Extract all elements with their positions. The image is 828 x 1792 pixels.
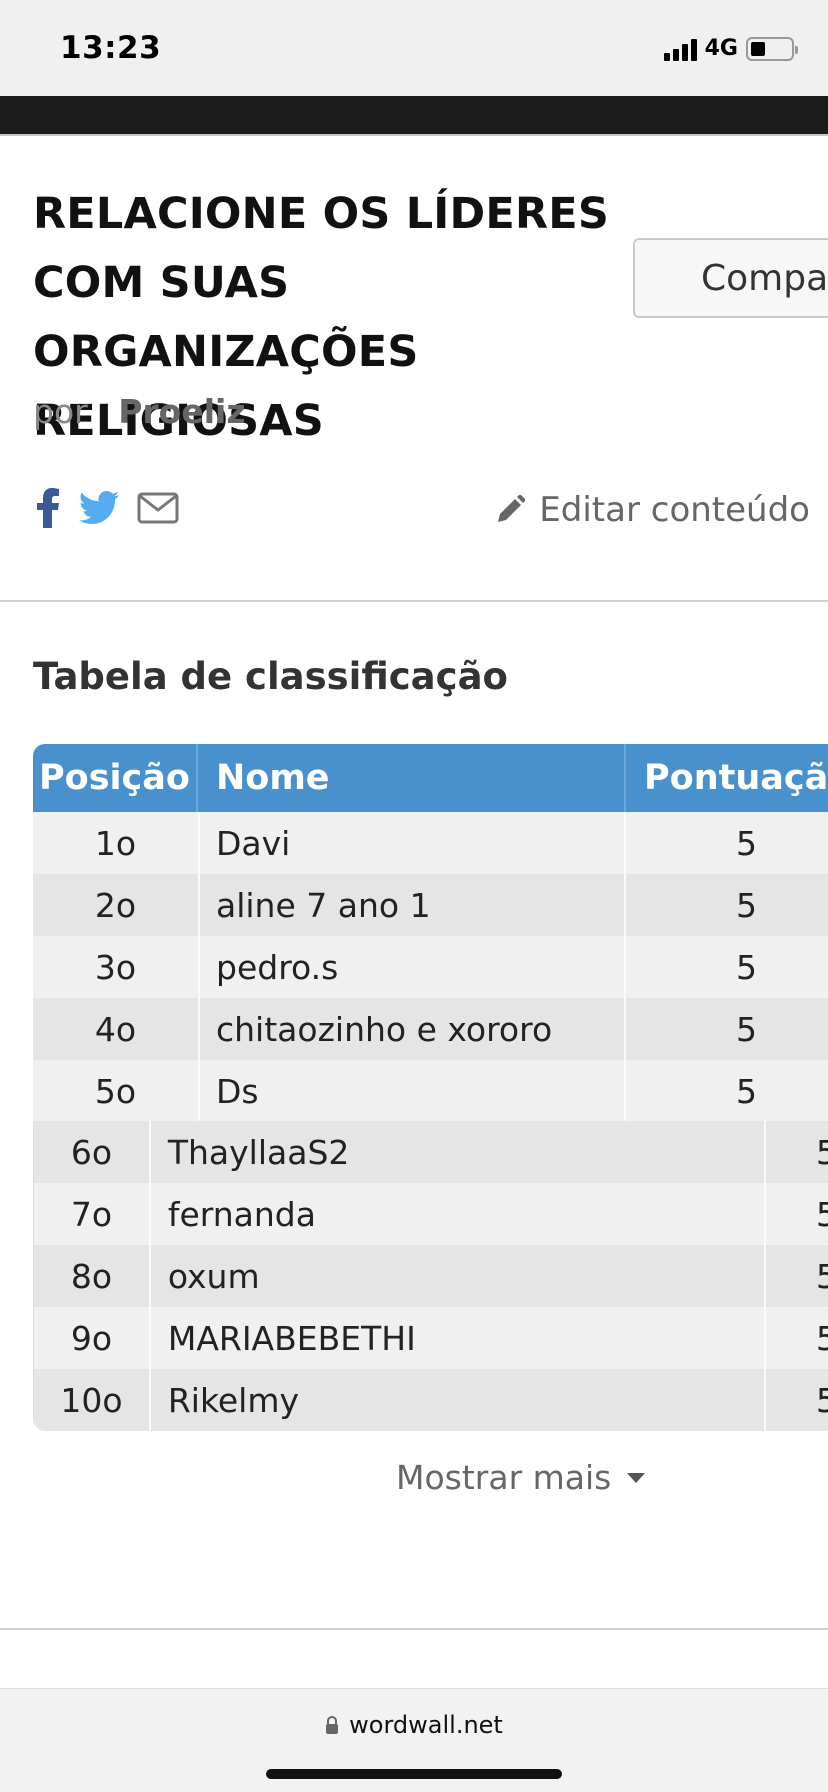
section-divider bbox=[0, 1628, 828, 1630]
battery-icon bbox=[746, 36, 798, 61]
show-more-button[interactable]: Mostrar mais bbox=[396, 1458, 646, 1497]
author-line: por Proeliz bbox=[33, 392, 246, 431]
row-name: Rikelmy bbox=[148, 1369, 767, 1431]
header-name[interactable]: Nome bbox=[198, 744, 626, 812]
show-more-label: Mostrar mais bbox=[396, 1458, 612, 1497]
row-position: 8o bbox=[70, 1256, 113, 1296]
row-score: 5 bbox=[736, 823, 757, 863]
author-prefix: por bbox=[33, 392, 88, 431]
title-line: COM SUAS ORGANIZAÇÕES bbox=[33, 258, 419, 377]
facebook-icon[interactable] bbox=[35, 488, 61, 528]
row-name: oxum bbox=[148, 1245, 767, 1307]
title-line: RELACIONE OS LÍDERES bbox=[33, 189, 610, 239]
section-divider bbox=[0, 600, 828, 602]
row-name: Davi bbox=[198, 812, 626, 874]
row-name: aline 7 ano 1 bbox=[198, 874, 626, 936]
leaderboard-table: Posição Nome Pontuação 1o Davi 5 2o alin… bbox=[33, 744, 828, 1122]
row-name: chitaozinho e xororo bbox=[198, 998, 626, 1060]
table-row: 10o Rikelmy 5 bbox=[34, 1369, 828, 1431]
email-icon[interactable] bbox=[137, 492, 179, 524]
row-score: 5 bbox=[766, 1121, 828, 1183]
home-indicator[interactable] bbox=[266, 1769, 562, 1779]
twitter-icon[interactable] bbox=[79, 491, 119, 525]
table-header-row: Posição Nome Pontuação bbox=[33, 744, 828, 812]
table-row: 4o chitaozinho e xororo 5 bbox=[33, 998, 828, 1060]
caret-down-icon bbox=[627, 1472, 646, 1483]
edit-content-label: Editar conteúdo bbox=[539, 490, 810, 530]
row-name: Ds bbox=[198, 1060, 626, 1122]
lock-icon bbox=[326, 1716, 339, 1734]
signal-icon bbox=[663, 37, 697, 61]
row-position: 4o bbox=[94, 1009, 137, 1049]
status-time: 13:23 bbox=[60, 30, 162, 66]
status-bar: 13:23 4G bbox=[0, 0, 828, 96]
status-indicators: 4G bbox=[663, 36, 798, 61]
table-body: 1o Davi 5 2o aline 7 ano 1 5 3o pedro.s … bbox=[33, 812, 828, 1122]
table-row: 9o MARIABEBETHI 5 bbox=[34, 1307, 828, 1369]
url-display[interactable]: wordwall.net bbox=[0, 1711, 828, 1739]
header-score[interactable]: Pontuação bbox=[626, 744, 828, 812]
table-row: 7o fernanda 5 bbox=[34, 1183, 828, 1245]
row-name: MARIABEBETHI bbox=[148, 1307, 767, 1369]
table-row: 3o pedro.s 5 bbox=[33, 936, 828, 998]
row-score: 5 bbox=[736, 885, 757, 925]
browser-url-bar[interactable]: wordwall.net bbox=[0, 1688, 828, 1792]
network-label: 4G bbox=[704, 36, 738, 61]
leaderboard-table-continued: 6o ThayllaaS2 5 7o fernanda 5 8o oxum 5 … bbox=[33, 1121, 828, 1431]
header-position[interactable]: Posição bbox=[33, 744, 198, 812]
author-name[interactable]: Proeliz bbox=[118, 392, 245, 431]
row-score: 5 bbox=[736, 947, 757, 987]
row-score: 5 bbox=[766, 1369, 828, 1431]
social-share-links bbox=[35, 488, 179, 528]
header-divider bbox=[0, 134, 828, 136]
url-text: wordwall.net bbox=[349, 1711, 503, 1739]
row-score: 5 bbox=[736, 1071, 757, 1111]
leaderboard-title: Tabela de classificação bbox=[33, 655, 508, 698]
row-position: 6o bbox=[70, 1132, 113, 1172]
row-name: pedro.s bbox=[198, 936, 626, 998]
table-row: 8o oxum 5 bbox=[34, 1245, 828, 1307]
table-row: 6o ThayllaaS2 5 bbox=[34, 1121, 828, 1183]
row-position: 1o bbox=[94, 823, 137, 863]
table-row: 2o aline 7 ano 1 5 bbox=[33, 874, 828, 936]
row-position: 10o bbox=[60, 1380, 123, 1420]
pencil-icon bbox=[498, 495, 526, 522]
row-score: 5 bbox=[736, 1009, 757, 1049]
row-score: 5 bbox=[766, 1245, 828, 1307]
row-score: 5 bbox=[766, 1183, 828, 1245]
row-position: 7o bbox=[70, 1194, 113, 1234]
row-position: 5o bbox=[94, 1071, 137, 1111]
share-button-label: Compartilhar bbox=[701, 257, 828, 299]
row-position: 3o bbox=[94, 947, 137, 987]
table-row: 5o Ds 5 bbox=[33, 1060, 828, 1122]
edit-content-link[interactable]: Editar conteúdo bbox=[495, 490, 810, 530]
row-name: ThayllaaS2 bbox=[148, 1121, 767, 1183]
row-score: 5 bbox=[766, 1307, 828, 1369]
row-position: 2o bbox=[94, 885, 137, 925]
row-name: fernanda bbox=[148, 1183, 767, 1245]
row-position: 9o bbox=[70, 1318, 113, 1358]
table-row: 1o Davi 5 bbox=[33, 812, 828, 874]
share-button[interactable]: Compartilhar bbox=[633, 238, 828, 318]
site-header-strip bbox=[0, 96, 828, 134]
